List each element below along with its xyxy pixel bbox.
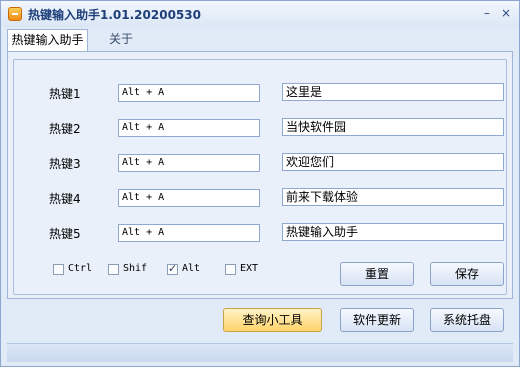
check-mark-icon: ✓ — [168, 262, 178, 275]
shift-label: Shif — [123, 263, 148, 274]
status-bar — [7, 343, 513, 362]
software-update-button[interactable]: 软件更新 — [340, 308, 414, 332]
minimize-button[interactable]: – — [478, 4, 496, 22]
alt-label: Alt — [182, 263, 201, 274]
hotkey-label-5: 热键5 — [49, 227, 81, 241]
hotkey-label-3: 热键3 — [49, 157, 81, 171]
hotkey-key-input-4[interactable]: Alt + A — [118, 189, 260, 207]
checkbox-box[interactable]: ✓ — [167, 262, 178, 275]
window-title: 热键输入助手1.01.20200530 — [28, 8, 201, 22]
hotkey-text-input-3[interactable]: 欢迎您们 — [282, 153, 504, 171]
hotkey-text-input-1[interactable]: 这里是 — [282, 83, 504, 101]
query-tools-button[interactable]: 查询小工具 — [223, 308, 322, 332]
close-button[interactable]: × — [497, 4, 515, 22]
tab-hotkey-helper[interactable]: 热键输入助手 — [7, 29, 88, 51]
hotkey-label-4: 热键4 — [49, 192, 81, 206]
hotkey-key-input-2[interactable]: Alt + A — [118, 119, 260, 137]
hotkey-key-input-5[interactable]: Alt + A — [118, 224, 260, 242]
save-button[interactable]: 保存 — [430, 262, 504, 286]
ctrl-label: Ctrl — [68, 263, 93, 274]
title-bar[interactable]: 热键输入助手1.01.20200530 – × — [1, 1, 519, 27]
checkbox-box[interactable] — [108, 264, 119, 275]
hotkey-text-input-5[interactable]: 热键输入助手 — [282, 223, 504, 241]
main-window: 热键输入助手1.01.20200530 – × 热键输入助手 关于 热键1 Al… — [0, 0, 520, 367]
ext-label: EXT — [240, 263, 259, 274]
hotkey-text-input-4[interactable]: 前来下载体验 — [282, 188, 504, 206]
system-tray-button[interactable]: 系统托盘 — [430, 308, 504, 332]
checkbox-box[interactable] — [53, 264, 64, 275]
hotkey-label-2: 热键2 — [49, 122, 81, 136]
tab-about[interactable]: 关于 — [105, 29, 137, 50]
checkbox-box[interactable] — [225, 264, 236, 275]
hotkey-text-input-2[interactable]: 当快软件园 — [282, 118, 504, 136]
reset-button[interactable]: 重置 — [340, 262, 414, 286]
app-icon — [8, 7, 22, 21]
hotkey-key-input-1[interactable]: Alt + A — [118, 84, 260, 102]
hotkey-label-1: 热键1 — [49, 87, 81, 101]
hotkey-key-input-3[interactable]: Alt + A — [118, 154, 260, 172]
